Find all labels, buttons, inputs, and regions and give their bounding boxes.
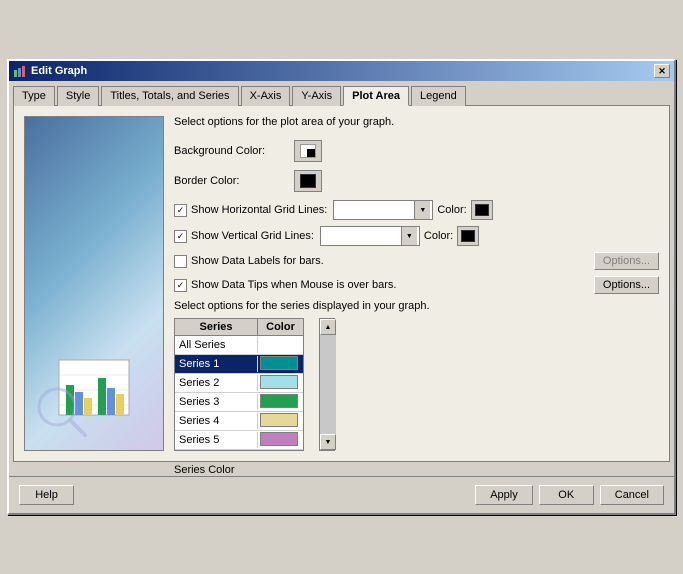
- window-title: Edit Graph: [31, 65, 87, 77]
- series-row-1[interactable]: Series 1: [175, 355, 303, 374]
- series-row-5[interactable]: Series 5: [175, 431, 303, 450]
- series-2-color-cell: [258, 374, 303, 392]
- tab-type[interactable]: Type: [13, 86, 55, 106]
- tab-legend[interactable]: Legend: [411, 86, 466, 106]
- series-1-color-cell: [258, 355, 303, 373]
- tabs-bar: Type Style Titles, Totals, and Series X-…: [9, 81, 674, 105]
- background-color-row: Background Color:: [174, 140, 659, 162]
- background-color-label: Background Color:: [174, 145, 294, 157]
- titlebar-title: Edit Graph: [13, 64, 87, 78]
- help-button[interactable]: Help: [19, 485, 74, 505]
- vertical-color-swatch: [461, 230, 475, 242]
- horizontal-color-label: Color:: [437, 204, 466, 216]
- data-labels-row: Show Data Labels for bars. Options...: [174, 252, 659, 270]
- horizontal-dropdown-arrow[interactable]: ▼: [414, 201, 430, 219]
- vertical-grid-checkbox[interactable]: [174, 230, 187, 243]
- data-tips-options-button[interactable]: Options...: [594, 276, 659, 294]
- series-row-3[interactable]: Series 3: [175, 393, 303, 412]
- edit-graph-window: Edit Graph ✕ Type Style Titles, Totals, …: [7, 59, 676, 515]
- titlebar: Edit Graph ✕: [9, 61, 674, 81]
- horizontal-grid-checkbox[interactable]: [174, 204, 187, 217]
- horizontal-grid-row: Show Horizontal Grid Lines: ▼ Color:: [174, 200, 659, 220]
- series-5-name: Series 5: [175, 432, 258, 448]
- series-4-color-cell: [258, 412, 303, 430]
- tab-titles[interactable]: Titles, Totals, and Series: [101, 86, 238, 106]
- data-labels-label: Show Data Labels for bars.: [191, 255, 324, 267]
- horizontal-grid-label: Show Horizontal Grid Lines:: [191, 204, 327, 216]
- tab-content: Select options for the plot area of your…: [13, 105, 670, 462]
- intro-text: Select options for the plot area of your…: [174, 116, 659, 128]
- vertical-grid-label: Show Vertical Grid Lines:: [191, 230, 314, 242]
- magnifier-decoration: [35, 385, 90, 440]
- vertical-grid-dropdown[interactable]: ▼: [320, 226, 420, 246]
- series-4-name: Series 4: [175, 413, 258, 429]
- series-table-header: Series Color: [175, 319, 303, 336]
- left-panel: [24, 116, 164, 451]
- series-all-color: [258, 336, 303, 354]
- vertical-grid-row: Show Vertical Grid Lines: ▼ Color:: [174, 226, 659, 246]
- tab-xaxis[interactable]: X-Axis: [241, 86, 291, 106]
- border-color-swatch: [300, 174, 316, 188]
- data-tips-label: Show Data Tips when Mouse is over bars.: [191, 279, 396, 291]
- bottom-right-buttons: Apply OK Cancel: [475, 485, 664, 505]
- series-5-color-swatch: [260, 432, 298, 446]
- series-1-name: Series 1: [175, 356, 258, 372]
- data-tips-row: Show Data Tips when Mouse is over bars. …: [174, 276, 659, 294]
- series-table: Series Color All Series Series 1: [174, 318, 304, 451]
- scrollbar: ▲ ▼: [319, 318, 335, 451]
- vertical-color-label: Color:: [424, 230, 453, 242]
- horizontal-color-button[interactable]: [471, 200, 493, 220]
- graph-icon: [13, 64, 27, 78]
- series-3-name: Series 3: [175, 394, 258, 410]
- series-2-name: Series 2: [175, 375, 258, 391]
- series-row-all[interactable]: All Series: [175, 336, 303, 355]
- cancel-button[interactable]: Cancel: [600, 485, 664, 505]
- series-intro-text: Select options for the series displayed …: [174, 300, 659, 312]
- tab-style[interactable]: Style: [57, 86, 99, 106]
- color-col-header: Color: [258, 319, 303, 335]
- border-color-button[interactable]: [294, 170, 322, 192]
- series-table-container: Series Color All Series Series 1: [174, 318, 319, 451]
- series-col-header: Series: [175, 319, 258, 335]
- series-row-2[interactable]: Series 2: [175, 374, 303, 393]
- series-3-color-swatch: [260, 394, 298, 408]
- series-2-color-swatch: [260, 375, 298, 389]
- border-color-label: Border Color:: [174, 175, 294, 187]
- scroll-track: [320, 335, 336, 434]
- horizontal-grid-dropdown[interactable]: ▼: [333, 200, 433, 220]
- scroll-down-button[interactable]: ▼: [320, 434, 336, 450]
- vertical-color-button[interactable]: [457, 226, 479, 246]
- series-row-4[interactable]: Series 4: [175, 412, 303, 431]
- bottom-bar: Help Apply OK Cancel: [9, 476, 674, 513]
- background-color-button[interactable]: [294, 140, 322, 162]
- right-panel: Select options for the plot area of your…: [174, 116, 659, 451]
- series-all-name: All Series: [175, 337, 258, 353]
- apply-button[interactable]: Apply: [475, 485, 533, 505]
- horizontal-color-swatch: [475, 204, 489, 216]
- series-1-color-swatch: [260, 356, 298, 370]
- data-labels-checkbox[interactable]: [174, 255, 187, 268]
- series-5-color-cell: [258, 431, 303, 449]
- data-labels-options-button[interactable]: Options...: [594, 252, 659, 270]
- ok-button[interactable]: OK: [539, 485, 594, 505]
- vertical-dropdown-arrow[interactable]: ▼: [401, 227, 417, 245]
- scroll-up-button[interactable]: ▲: [320, 319, 336, 335]
- border-color-row: Border Color:: [174, 170, 659, 192]
- close-button[interactable]: ✕: [654, 64, 670, 78]
- series-color-label: Series Color: [174, 464, 235, 476]
- tab-plotarea[interactable]: Plot Area: [343, 86, 409, 106]
- data-tips-checkbox[interactable]: [174, 279, 187, 292]
- series-4-color-swatch: [260, 413, 298, 427]
- series-color-section: Series Color: [9, 462, 674, 476]
- tab-yaxis[interactable]: Y-Axis: [292, 86, 341, 106]
- series-3-color-cell: [258, 393, 303, 411]
